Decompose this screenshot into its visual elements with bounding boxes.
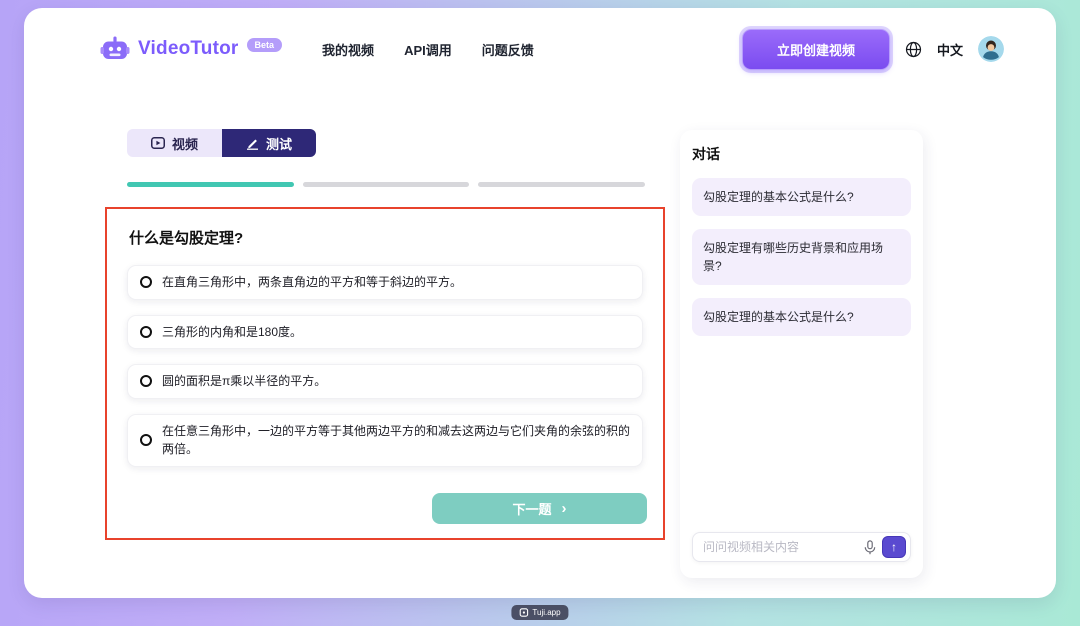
quiz-option-1[interactable]: 在直角三角形中，两条直角边的平方和等于斜边的平方。 <box>127 265 643 300</box>
next-question-button[interactable]: 下一题 › <box>432 493 647 524</box>
videotutor-logo-icon <box>100 36 130 63</box>
tab-test[interactable]: 测试 <box>222 129 316 157</box>
radio-icon[interactable] <box>140 326 152 338</box>
logo-text: VideoTutor <box>138 38 239 60</box>
quiz-option-2[interactable]: 三角形的内角和是180度。 <box>127 315 643 350</box>
avatar[interactable] <box>978 36 1004 62</box>
chat-suggestion-1[interactable]: 勾股定理的基本公式是什么? <box>692 178 911 216</box>
option-text: 在直角三角形中，两条直角边的平方和等于斜边的平方。 <box>162 273 462 292</box>
header-right: 立即创建视频 中文 <box>742 29 1004 70</box>
nav-my-videos[interactable]: 我的视频 <box>322 40 374 59</box>
arrow-up-icon: ↑ <box>891 541 897 553</box>
main-window: VideoTutor Beta 我的视频 API调用 问题反馈 立即创建视频 中… <box>24 8 1056 598</box>
header: VideoTutor Beta 我的视频 API调用 问题反馈 立即创建视频 中… <box>24 8 1056 90</box>
quiz-question: 什么是勾股定理? <box>129 227 641 248</box>
option-text: 圆的面积是π乘以半径的平方。 <box>162 372 326 391</box>
quiz-option-4[interactable]: 在任意三角形中，一边的平方等于其他两边平方的和减去这两边与它们夹角的余弦的积的两… <box>127 414 643 467</box>
main-nav: 我的视频 API调用 问题反馈 <box>322 40 534 59</box>
quiz-progress-bar <box>127 182 645 187</box>
radio-icon[interactable] <box>140 276 152 288</box>
nav-feedback[interactable]: 问题反馈 <box>482 40 534 59</box>
tab-video[interactable]: 视频 <box>127 129 222 157</box>
tab-video-label: 视频 <box>172 134 198 153</box>
radio-icon[interactable] <box>140 434 152 446</box>
chat-input[interactable] <box>703 540 858 554</box>
beta-badge: Beta <box>247 38 283 52</box>
view-tabs: 视频 测试 <box>127 129 316 157</box>
chevron-right-icon: › <box>562 501 567 516</box>
quiz-option-3[interactable]: 圆的面积是π乘以半径的平方。 <box>127 364 643 399</box>
quiz-options: 在直角三角形中，两条直角边的平方和等于斜边的平方。 三角形的内角和是180度。 … <box>127 265 643 467</box>
nav-api[interactable]: API调用 <box>404 40 452 59</box>
option-text: 在任意三角形中，一边的平方等于其他两边平方的和减去这两边与它们夹角的余弦的积的两… <box>162 422 630 459</box>
radio-icon[interactable] <box>140 375 152 387</box>
edit-icon <box>246 137 259 150</box>
chat-title: 对话 <box>692 144 911 164</box>
option-text: 三角形的内角和是180度。 <box>162 323 302 342</box>
progress-segment-1 <box>127 182 294 187</box>
progress-segment-3 <box>478 182 645 187</box>
chat-input-row: ↑ <box>692 532 911 562</box>
progress-segment-2 <box>303 182 470 187</box>
quiz-panel: 什么是勾股定理? 在直角三角形中，两条直角边的平方和等于斜边的平方。 三角形的内… <box>105 207 665 540</box>
tuji-icon <box>519 608 528 617</box>
create-video-button[interactable]: 立即创建视频 <box>742 29 890 70</box>
video-play-icon <box>151 137 165 149</box>
next-button-label: 下一题 <box>512 499 551 518</box>
chat-suggestion-3[interactable]: 勾股定理的基本公式是什么? <box>692 298 911 336</box>
footer-badge[interactable]: Tuji.app <box>511 605 568 620</box>
globe-icon[interactable] <box>905 41 922 58</box>
logo[interactable]: VideoTutor Beta <box>100 36 282 63</box>
language-label[interactable]: 中文 <box>937 40 963 59</box>
mic-icon[interactable] <box>864 540 876 555</box>
tab-test-label: 测试 <box>266 134 292 153</box>
chat-suggestion-2[interactable]: 勾股定理有哪些历史背景和应用场景? <box>692 229 911 285</box>
send-button[interactable]: ↑ <box>882 536 906 558</box>
chat-panel: 对话 勾股定理的基本公式是什么? 勾股定理有哪些历史背景和应用场景? 勾股定理的… <box>680 130 923 578</box>
footer-badge-label: Tuji.app <box>532 608 560 617</box>
